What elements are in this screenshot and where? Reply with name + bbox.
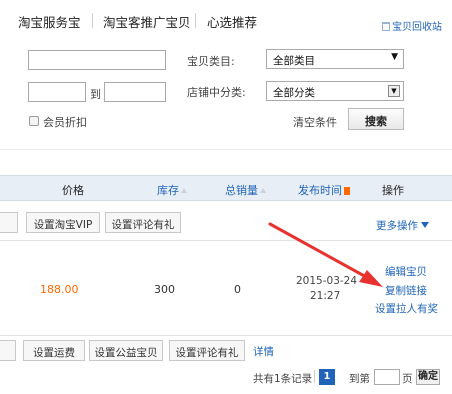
total-records: 共有1条记录 <box>253 373 313 385</box>
set-review-gift-button[interactable]: 设置评论有礼 <box>169 340 245 361</box>
pager-divider <box>314 370 315 383</box>
current-page-button[interactable]: 1 <box>319 369 335 385</box>
page-unit-label: 页 <box>402 373 413 385</box>
set-shipping-button[interactable]: 设置运费 <box>23 340 85 361</box>
confirm-page-button[interactable]: 确定 <box>416 369 440 385</box>
goto-page-label: 到第 <box>349 373 370 385</box>
batch-action-button-partial[interactable] <box>0 340 16 361</box>
row-divider <box>0 335 452 336</box>
page-number-input[interactable] <box>374 369 400 385</box>
set-charity-item-button[interactable]: 设置公益宝贝 <box>89 340 163 361</box>
details-link[interactable]: 详情 <box>253 344 274 359</box>
